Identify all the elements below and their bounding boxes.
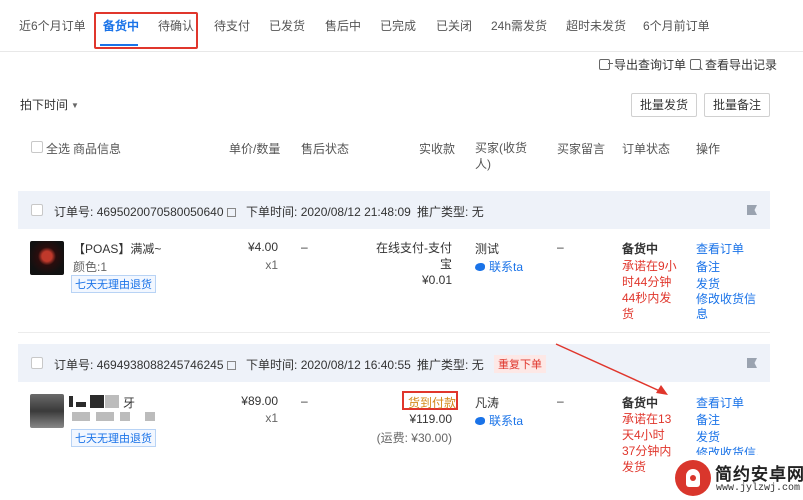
android-logo-icon	[675, 460, 711, 496]
watermark-url: www.jylzwj.com	[716, 483, 801, 494]
watermark-title: 简约安卓网	[715, 465, 803, 484]
site-watermark: 简约安卓网 www.jylzwj.com	[675, 458, 803, 498]
annotation-arrow	[555, 343, 668, 395]
